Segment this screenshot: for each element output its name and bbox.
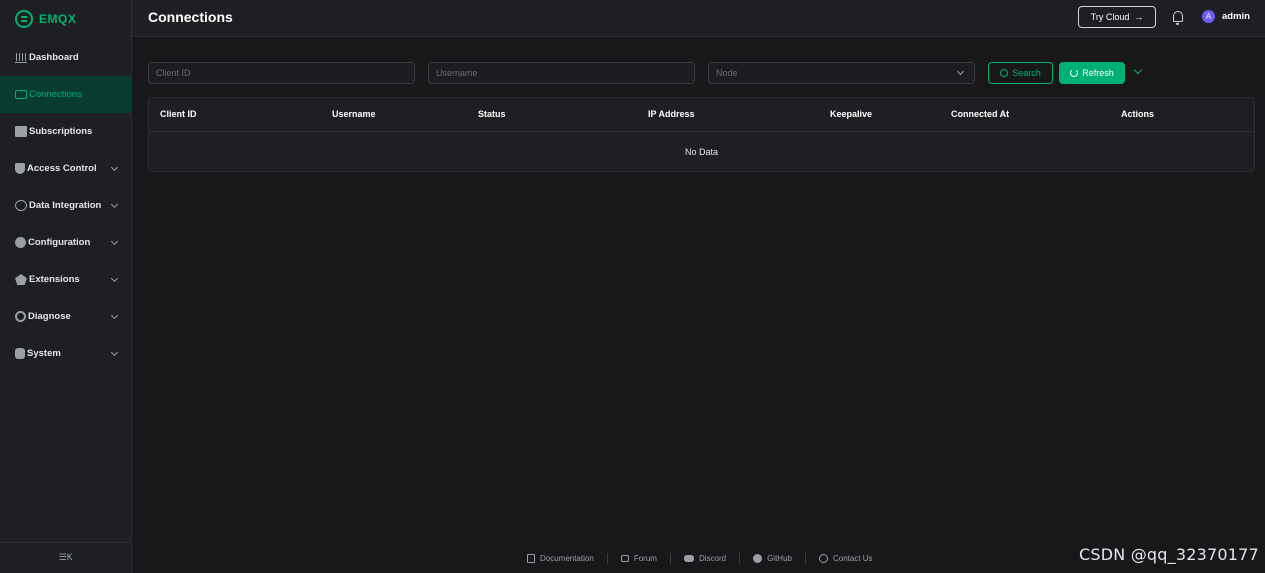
- gear-icon: [15, 237, 26, 248]
- search-icon: [1000, 69, 1009, 77]
- page-title: Connections: [148, 9, 233, 25]
- sidebar-item-extensions[interactable]: Extensions: [0, 261, 131, 298]
- github-icon: [753, 554, 763, 563]
- refresh-label: Refresh: [1082, 68, 1114, 78]
- refresh-icon: [1070, 69, 1079, 77]
- chevron-down-icon: [110, 200, 119, 209]
- sidebar: EMQX Dashboard Connections Subscriptions…: [0, 0, 132, 573]
- diagnose-icon: [15, 311, 26, 322]
- chevron-down-icon: [110, 163, 119, 172]
- chevron-down-icon: [110, 274, 119, 283]
- chevron-down-icon: [110, 311, 119, 320]
- footer-link-discord[interactable]: Discord: [683, 554, 727, 563]
- search-button[interactable]: Search: [988, 62, 1053, 84]
- sidebar-item-label: Extensions: [29, 274, 80, 285]
- watermark-text: CSDN @qq_32370177: [1079, 545, 1259, 564]
- extensions-icon: [15, 274, 27, 285]
- document-icon: [527, 554, 535, 563]
- sidebar-item-subscriptions[interactable]: Subscriptions: [0, 113, 131, 150]
- footer-link-label: GitHub: [767, 554, 792, 563]
- expand-filters-chevron-icon[interactable]: [1133, 65, 1143, 75]
- discord-icon: [683, 555, 694, 562]
- sidebar-item-diagnose[interactable]: Diagnose: [0, 298, 131, 335]
- column-header-ip-address: IP Address: [648, 109, 695, 119]
- system-icon: [15, 348, 25, 359]
- collapse-icon: ☰K: [58, 553, 73, 563]
- bell-icon[interactable]: [1173, 11, 1183, 25]
- table-header: Client ID Username Status IP Address Kee…: [149, 98, 1254, 132]
- logo-text: EMQX: [39, 11, 77, 26]
- chevron-down-icon: [956, 67, 965, 76]
- footer-link-label: Forum: [633, 554, 657, 563]
- sidebar-item-label: Connections: [29, 89, 82, 100]
- try-cloud-button[interactable]: Try Cloud →: [1078, 6, 1156, 28]
- footer-divider: [804, 553, 806, 564]
- sidebar-item-label: Data Integration: [29, 200, 102, 211]
- sidebar-item-connections[interactable]: Connections: [0, 76, 131, 113]
- sidebar-item-label: System: [27, 348, 61, 359]
- sidebar-nav: Dashboard Connections Subscriptions Acce…: [0, 39, 131, 372]
- column-header-actions: Actions: [1121, 109, 1155, 119]
- connections-table: Client ID Username Status IP Address Kee…: [148, 97, 1255, 172]
- chevron-down-icon: [110, 348, 119, 357]
- node-select[interactable]: Node: [708, 62, 975, 84]
- footer-link-label: Discord: [698, 554, 727, 563]
- connections-icon: [15, 90, 27, 99]
- contact-icon: [818, 554, 828, 563]
- sidebar-collapse-button[interactable]: ☰K: [0, 542, 131, 573]
- sidebar-item-dashboard[interactable]: Dashboard: [0, 39, 131, 76]
- dashboard-icon: [15, 52, 27, 63]
- node-select-placeholder: Node: [716, 68, 738, 78]
- footer-links: Documentation Forum Discord GitHub Conta…: [527, 553, 873, 564]
- forum-icon: [620, 555, 629, 562]
- user-name[interactable]: admin: [1222, 11, 1250, 22]
- search-label: Search: [1012, 68, 1041, 78]
- sidebar-item-label: Access Control: [27, 163, 97, 174]
- sidebar-item-data-integration[interactable]: Data Integration: [0, 187, 131, 224]
- avatar[interactable]: A: [1202, 10, 1215, 23]
- sidebar-item-label: Dashboard: [29, 52, 79, 63]
- footer-link-forum[interactable]: Forum: [620, 554, 657, 563]
- footer-divider: [606, 553, 608, 564]
- shield-icon: [15, 163, 25, 174]
- column-header-connected-at: Connected At: [951, 109, 1010, 119]
- footer-link-label: Contact Us: [832, 554, 873, 563]
- sidebar-item-configuration[interactable]: Configuration: [0, 224, 131, 261]
- refresh-button[interactable]: Refresh: [1059, 62, 1125, 84]
- column-header-status: Status: [478, 109, 506, 119]
- sidebar-item-access-control[interactable]: Access Control: [0, 150, 131, 187]
- arrow-right-icon: →: [1134, 12, 1144, 22]
- column-header-keepalive: Keepalive: [830, 109, 873, 119]
- empty-state-text: No Data: [684, 147, 719, 157]
- try-cloud-label: Try Cloud: [1090, 12, 1130, 22]
- client-id-input[interactable]: [148, 62, 415, 84]
- username-input[interactable]: [428, 62, 695, 84]
- sidebar-item-label: Diagnose: [28, 311, 71, 322]
- data-integration-icon: [15, 200, 27, 211]
- footer-divider: [669, 553, 671, 564]
- app-logo[interactable]: EMQX: [0, 0, 131, 37]
- column-header-client-id: Client ID: [160, 109, 197, 119]
- footer-link-contact-us[interactable]: Contact Us: [818, 554, 873, 563]
- emqx-logo-icon: [15, 9, 33, 28]
- footer-divider: [739, 553, 741, 564]
- chevron-down-icon: [110, 237, 119, 246]
- sidebar-item-label: Configuration: [28, 237, 91, 248]
- footer-link-documentation[interactable]: Documentation: [527, 554, 594, 563]
- footer-link-github[interactable]: GitHub: [753, 554, 792, 563]
- sidebar-item-label: Subscriptions: [29, 126, 93, 137]
- column-header-username: Username: [332, 109, 376, 119]
- footer-link-label: Documentation: [540, 554, 594, 563]
- top-header: Connections Try Cloud → A admin: [132, 0, 1265, 37]
- subscriptions-icon: [15, 126, 27, 137]
- sidebar-item-system[interactable]: System: [0, 335, 131, 372]
